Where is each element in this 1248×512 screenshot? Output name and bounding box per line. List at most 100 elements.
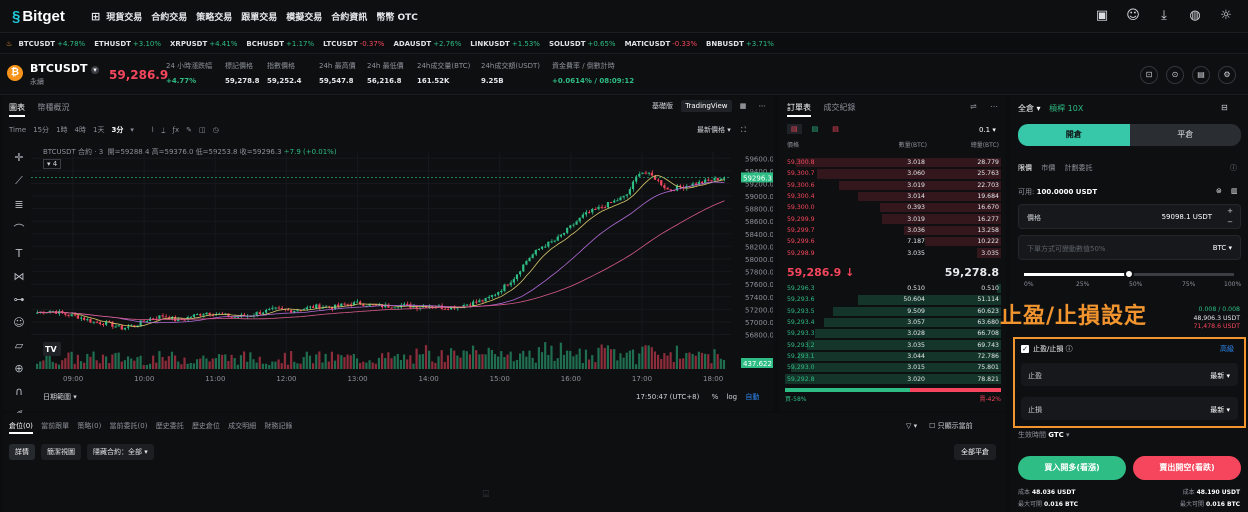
chip-compact[interactable]: 簡潔視圖 <box>41 444 81 460</box>
ticker-item[interactable]: LTCUSDT -0.37% <box>323 40 384 48</box>
ticker-item[interactable]: BTCUSDT +4.78% <box>19 40 86 48</box>
layout-icon[interactable]: ▦ <box>736 100 751 112</box>
transfer-icon[interactable]: ⊜ <box>1216 187 1222 195</box>
ask-row[interactable]: 59,300.0 0.393 16.670 <box>785 202 1001 213</box>
emoji-icon[interactable]: ☺ <box>11 316 27 329</box>
pattern-icon[interactable]: ⋈ <box>11 270 27 283</box>
order-type-market[interactable]: 市價 <box>1041 164 1055 172</box>
wallet-icon[interactable]: ▣ <box>1094 8 1110 24</box>
ask-row[interactable]: 59,300.6 3.019 22.703 <box>785 180 1001 191</box>
tf-selected[interactable]: 3分 <box>111 125 123 135</box>
fullscreen-icon[interactable]: ⛶ <box>741 126 746 134</box>
alarm-icon[interactable]: ◷ <box>213 126 219 134</box>
close-tab[interactable]: 平倉 <box>1129 124 1241 146</box>
ob-both-icon[interactable]: ▤ <box>787 124 802 134</box>
ask-row[interactable]: 59,299.6 7.187 10.222 <box>785 236 1001 247</box>
ask-row[interactable]: 59,299.9 3.019 16.277 <box>785 213 1001 224</box>
ticker-item[interactable]: BNBUSDT +3.71% <box>706 40 774 48</box>
bid-row[interactable]: 59,293.6 50.604 51.114 <box>785 294 1001 305</box>
bid-row[interactable]: 59,293.0 3.015 75.801 <box>785 362 1001 373</box>
pct-toggle[interactable]: % <box>712 393 719 401</box>
tf-4h[interactable]: 4時 <box>75 125 86 135</box>
candlestick-chart[interactable]: 59600.059400.059200.059000.058800.058600… <box>31 144 773 390</box>
text-tool-icon[interactable]: T <box>11 247 27 260</box>
lock-icon[interactable]: ⊙ <box>1166 66 1184 84</box>
tab-fills[interactable]: 成交明細 <box>228 422 256 430</box>
candle-type-icon[interactable]: ⍊ <box>161 126 165 135</box>
filter-icon[interactable]: ▽ ▾ <box>906 422 917 430</box>
tab-copy[interactable]: 當前跟單 <box>41 422 69 430</box>
calculator-icon[interactable]: ⊟ <box>1221 103 1228 112</box>
ticker-item[interactable]: ETHUSDT +3.10% <box>94 40 161 48</box>
ask-row[interactable]: 59,299.7 3.036 13.258 <box>785 225 1001 236</box>
log-toggle[interactable]: log <box>726 393 737 401</box>
tab-chart[interactable]: 圖表 <box>9 103 25 117</box>
tab-strategy[interactable]: 策略(0) <box>77 422 101 430</box>
ticker-item[interactable]: SOLUSDT +0.65% <box>549 40 616 48</box>
camera-icon[interactable]: ◫ <box>199 126 206 134</box>
tab-trades[interactable]: 成交紀錄 <box>824 103 856 112</box>
fx-icon[interactable]: ƒx <box>172 126 179 134</box>
tpsl-info-icon[interactable]: ⓘ <box>1066 345 1073 353</box>
open-tab[interactable]: 開倉 <box>1018 124 1130 146</box>
ticker-item[interactable]: ADAUSDT +2.76% <box>393 40 461 48</box>
draw-icon[interactable]: ✎ <box>186 126 192 134</box>
latest-price-select[interactable]: 最新價格 ▾ ⛶ <box>697 125 746 135</box>
ruler-icon[interactable]: ▱ <box>11 339 27 352</box>
nav-contract-info[interactable]: 合約資訊 <box>331 10 367 23</box>
tab-open-orders[interactable]: 當前委託(0) <box>110 422 148 430</box>
order-type-plan[interactable]: 計劃委託 <box>1064 164 1092 172</box>
tab-orderbook[interactable]: 訂單表 <box>787 103 811 117</box>
apps-grid-icon[interactable]: ⊞ <box>91 10 100 23</box>
buy-long-button[interactable]: 買入開多(看漲) <box>1018 456 1126 480</box>
more-icon[interactable]: ⋯ <box>755 100 770 112</box>
nav-otc[interactable]: 幣幣 OTC <box>376 10 418 23</box>
download-icon[interactable]: ⤓ <box>1156 8 1172 24</box>
calculator-icon[interactable]: ⊡ <box>1140 66 1158 84</box>
bid-row[interactable]: 59,293.4 3.057 63.680 <box>785 317 1001 328</box>
ob-more-icon[interactable]: ⋯ <box>990 102 998 111</box>
time-in-force[interactable]: 生效時間 GTC ▾ <box>1018 430 1070 440</box>
chip-hide-contracts[interactable]: 隱藏合約：全部 ▾ <box>87 444 154 460</box>
tpsl-advanced[interactable]: 高級 <box>1220 344 1234 354</box>
fib-icon[interactable]: ≣ <box>11 198 27 211</box>
order-type-limit[interactable]: 限價 <box>1018 164 1032 172</box>
tf-15m[interactable]: 15分 <box>33 125 49 135</box>
ask-row[interactable]: 59,298.9 3.035 3.035 <box>785 247 1001 258</box>
tab-coin-info[interactable]: 幣種概況 <box>38 103 70 112</box>
view-basic[interactable]: 基礎版 <box>648 100 677 112</box>
bid-row[interactable]: 59,293.5 9.509 60.623 <box>785 306 1001 317</box>
bid-row[interactable]: 59,293.2 3.035 69.743 <box>785 339 1001 350</box>
bid-row[interactable]: 59,292.8 3.020 78.821 <box>785 373 1001 384</box>
bid-row[interactable]: 59,293.3 3.028 66.708 <box>785 328 1001 339</box>
ticker-item[interactable]: BCHUSDT +1.17% <box>246 40 314 48</box>
date-range[interactable]: 日期範圍 ▾ <box>43 392 77 402</box>
tpsl-checkbox[interactable]: ✓ 止盈/止損 ⓘ <box>1021 344 1073 354</box>
indicator-icon[interactable]: ⌇ <box>151 126 154 134</box>
ticker-item[interactable]: MATICUSDT -0.33% <box>625 40 697 48</box>
brush-icon[interactable]: ⌒ <box>11 221 27 237</box>
auto-toggle[interactable]: 自動 <box>745 393 759 401</box>
ledger-icon[interactable]: ▥ <box>1231 187 1238 195</box>
tf-1h[interactable]: 1時 <box>56 125 67 135</box>
nav-spot[interactable]: 現貨交易 <box>106 10 142 23</box>
nav-demo[interactable]: 模擬交易 <box>286 10 322 23</box>
sell-short-button[interactable]: 賣出開空(看跌) <box>1133 456 1241 480</box>
ob-precision[interactable]: 0.1 ▾ <box>979 126 996 134</box>
symbol-name[interactable]: BTCUSDT ▾ <box>30 62 99 75</box>
ask-row[interactable]: 59,300.4 3.014 19.684 <box>785 191 1001 202</box>
tf-time[interactable]: Time <box>9 126 26 134</box>
bid-row[interactable]: 59,296.3 0.510 0.510 <box>785 283 1001 294</box>
price-stepper[interactable]: + − <box>1227 206 1233 228</box>
bid-row[interactable]: 59,293.1 3.044 72.786 <box>785 351 1001 362</box>
margin-mode[interactable]: 全倉 ▾ 槓桿 10X ⊟ <box>1018 103 1228 114</box>
ask-row[interactable]: 59,300.7 3.060 25.763 <box>785 168 1001 179</box>
bitget-logo[interactable]: § Bitget <box>12 8 65 25</box>
globe-icon[interactable]: ◍ <box>1187 8 1203 24</box>
info-icon[interactable]: ⓘ <box>1230 163 1237 173</box>
tf-dropdown-icon[interactable]: ▾ <box>130 126 134 134</box>
ob-settings-icon[interactable]: ⇌ <box>970 102 977 111</box>
tf-1d[interactable]: 1天 <box>93 125 104 135</box>
view-tradingview[interactable]: TradingView <box>681 100 732 112</box>
ob-bids-icon[interactable]: ▤ <box>808 124 823 134</box>
